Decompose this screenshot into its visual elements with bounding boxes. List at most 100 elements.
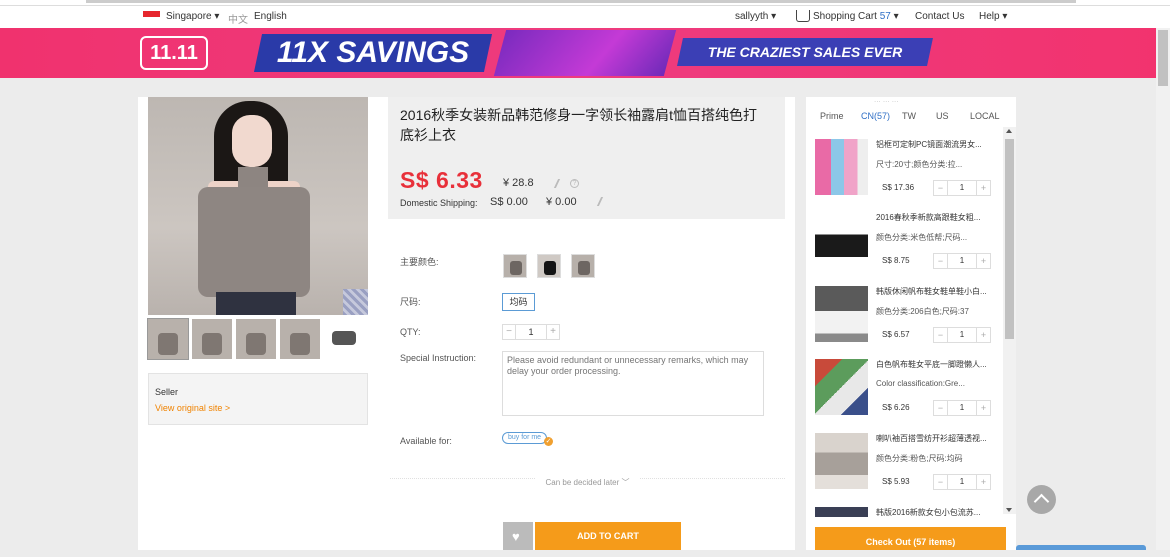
cart-qty-decrease[interactable]: − [933, 180, 948, 196]
cart-item[interactable]: 韩版休闲帆布鞋女鞋单鞋小白... 颜色分类:206白色;尺码:37 S$ 6.5… [815, 286, 1000, 356]
cart-qty-increase[interactable]: + [976, 474, 991, 490]
cart-item-name[interactable]: 喇叭袖百搭雪纺开衫超薄透视... [876, 433, 998, 444]
tab-local[interactable]: LOCAL [970, 111, 1000, 121]
cart-qty-increase[interactable]: + [976, 327, 991, 343]
product-main-image[interactable] [148, 97, 368, 315]
cart-item[interactable]: 2016春秋季新款高跟鞋女粗... 颜色分类:米色低帮;尺码... S$ 8.7… [815, 212, 1000, 282]
cart-item-name[interactable]: 铝框可定制PC镜面潮流男女... [876, 139, 998, 150]
thumbnail-1[interactable] [147, 318, 189, 360]
cart-item-spec: 颜色分类:粉色;尺码:均码 [876, 454, 963, 463]
view-original-site-link[interactable]: View original site > [155, 403, 230, 413]
qty-increase-button[interactable]: + [546, 324, 560, 340]
cart-region-tabs: Prime CN(57) TW US LOCAL [806, 111, 1016, 125]
cart-item[interactable]: 铝框可定制PC镜面潮流男女... 尺寸:20寸;颜色分类:拉... S$ 17.… [815, 139, 1000, 209]
cart-qty-decrease[interactable]: − [933, 474, 948, 490]
buy-for-me-option[interactable]: buy for me [502, 432, 548, 444]
cart-item[interactable]: 韩版2016新款女包小包流苏... [815, 507, 1000, 517]
user-menu[interactable]: sallyyth ▾ [735, 11, 776, 22]
shopping-cart-link[interactable]: Shopping Cart 57 ▾ [813, 11, 899, 22]
check-icon: ✓ [544, 437, 553, 446]
shipping-label: Domestic Shipping: [400, 198, 478, 208]
page-scrollbar-thumb[interactable] [1158, 30, 1168, 86]
thumbnail-2[interactable] [192, 319, 232, 359]
cart-item-name[interactable]: 韩版2016新款女包小包流苏... [876, 507, 998, 517]
cart-item-image[interactable] [815, 359, 868, 415]
cart-item-spec: 尺寸:20寸;颜色分类:拉... [876, 160, 963, 169]
cart-item-spec: 颜色分类:米色低帮;尺码... [876, 233, 968, 242]
cart-qty-value[interactable]: 1 [948, 327, 976, 343]
scroll-down-arrow-icon[interactable] [1006, 508, 1012, 512]
lang-english[interactable]: English [254, 11, 287, 22]
cart-panel-scrollbar-thumb[interactable] [1005, 139, 1014, 339]
available-for-label: Available for: [400, 436, 452, 446]
qty-input[interactable]: 1 [516, 324, 546, 340]
cart-qty-increase[interactable]: + [976, 400, 991, 416]
region-selector[interactable]: Singapore ▾ [166, 11, 219, 22]
decide-later-toggle[interactable]: Can be decided later ﹀ [390, 477, 785, 488]
cart-item-price: S$ 8.75 [882, 256, 910, 265]
thumbnail-3[interactable] [236, 319, 276, 359]
cart-qty-increase[interactable]: + [976, 180, 991, 196]
cart-item[interactable]: 白色帆布鞋女平底一脚蹬懒人... Color classification:Gr… [815, 359, 1000, 429]
cart-panel-scrollbar[interactable] [1003, 127, 1016, 514]
scroll-up-arrow-icon[interactable] [1006, 129, 1012, 133]
model-jeans [216, 292, 296, 315]
cart-qty-decrease[interactable]: − [933, 327, 948, 343]
checkout-button[interactable]: Check Out (57 items) [815, 527, 1006, 550]
cart-qty-decrease[interactable]: − [933, 253, 948, 269]
tab-cn[interactable]: CN(57) [861, 111, 890, 121]
shopping-cart-icon[interactable] [796, 10, 810, 22]
edit-price-icon[interactable] [553, 179, 567, 188]
edit-shipping-icon[interactable] [596, 197, 610, 206]
cart-item-image[interactable] [815, 212, 868, 268]
contact-us-link[interactable]: Contact Us [915, 11, 964, 22]
cart-item-image[interactable] [815, 507, 868, 517]
cart-qty-value[interactable]: 1 [948, 400, 976, 416]
tab-us[interactable]: US [936, 111, 949, 121]
banner-product-image [493, 30, 677, 76]
color-swatch-2[interactable] [537, 254, 561, 278]
add-to-cart-button[interactable]: ADD TO CART [535, 522, 681, 550]
lang-chinese[interactable]: 中文 [228, 11, 248, 26]
page-scrollbar[interactable] [1156, 28, 1170, 550]
promo-banner[interactable]: 11.11 11X SAVINGS THE CRAZIEST SALES EVE… [0, 28, 1170, 78]
shipping-cny: ¥ 0.00 [546, 196, 577, 208]
price-sgd: S$ 6.33 [400, 167, 483, 193]
color-swatch-1[interactable] [503, 254, 527, 278]
cart-item-image[interactable] [815, 139, 868, 195]
favorite-button[interactable]: ♥ [503, 522, 533, 550]
help-icon[interactable]: ? [570, 179, 579, 188]
cart-item-image[interactable] [815, 286, 868, 342]
special-instruction-input[interactable] [502, 351, 764, 416]
cart-item-name[interactable]: 2016春秋季新款高跟鞋女粗... [876, 212, 998, 223]
cart-item-spec: 颜色分类:206白色;尺码:37 [876, 307, 969, 316]
help-menu[interactable]: Help ▾ [979, 11, 1007, 22]
thumbnail-4[interactable] [280, 319, 320, 359]
cart-qty-value[interactable]: 1 [948, 474, 976, 490]
cart-qty-value[interactable]: 1 [948, 180, 976, 196]
cart-item-name[interactable]: 白色帆布鞋女平底一脚蹬懒人... [876, 359, 998, 370]
chat-widget-tab[interactable] [1016, 545, 1146, 550]
cart-item-price: S$ 17.36 [882, 183, 915, 192]
model-top [198, 187, 310, 297]
banner-tagline: THE CRAZIEST SALES EVER [707, 44, 903, 60]
singapore-flag-icon [143, 11, 160, 22]
cart-qty-value[interactable]: 1 [948, 253, 976, 269]
cart-item[interactable]: 喇叭袖百搭雪纺开衫超薄透视... 颜色分类:粉色;尺码:均码 S$ 5.93 −… [815, 433, 1000, 503]
watermark-icon [343, 289, 368, 315]
size-option-one-size[interactable]: 均码 [502, 293, 535, 311]
cart-qty-decrease[interactable]: − [933, 400, 948, 416]
tab-tw[interactable]: TW [902, 111, 916, 121]
thumbnail-5[interactable] [324, 319, 364, 359]
tab-prime[interactable]: Prime [820, 111, 844, 121]
color-swatch-3[interactable] [571, 254, 595, 278]
cart-label: Shopping Cart [813, 11, 877, 22]
heart-icon: ♥ [512, 529, 520, 544]
cart-item-image[interactable] [815, 433, 868, 489]
banner-1111-badge: 11.11 [140, 36, 208, 70]
cart-qty-increase[interactable]: + [976, 253, 991, 269]
back-to-top-button[interactable] [1027, 485, 1056, 514]
cart-item-name[interactable]: 韩版休闲帆布鞋女鞋单鞋小白... [876, 286, 998, 297]
thumbnail-strip [147, 318, 368, 360]
qty-decrease-button[interactable]: − [502, 324, 516, 340]
